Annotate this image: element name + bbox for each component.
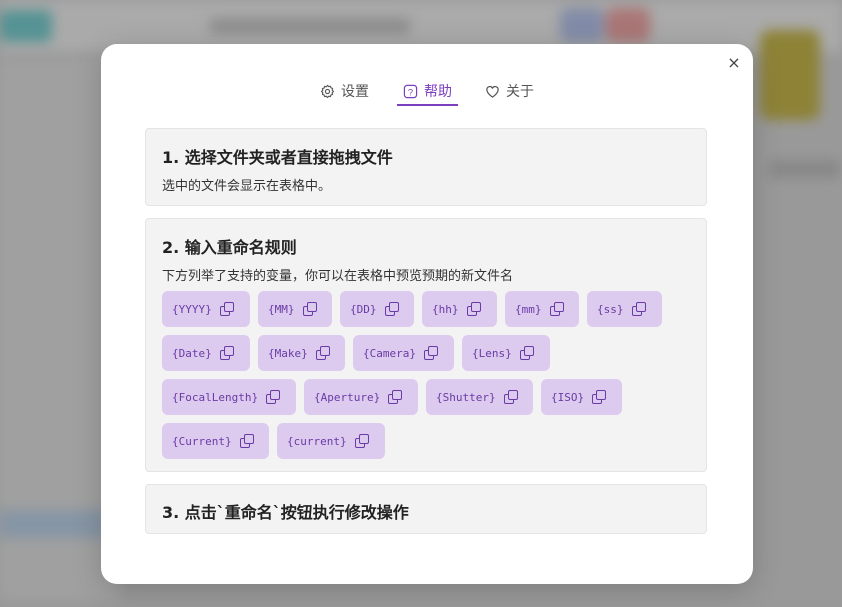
help-icon: ? (403, 84, 418, 98)
close-button[interactable]: × (725, 54, 743, 72)
section-description: 下方列举了支持的变量，你可以在表格中预览预期的新文件名 (162, 269, 514, 284)
variable-chip[interactable]: {ss} (587, 291, 662, 327)
copy-icon[interactable] (315, 346, 330, 360)
variable-chip[interactable]: {DD} (340, 291, 414, 327)
copy-icon[interactable] (503, 390, 518, 404)
tab-about-label: 关于 (506, 84, 534, 100)
variable-chip[interactable]: {current} (277, 423, 385, 459)
copy-icon[interactable] (302, 302, 317, 316)
copy-icon[interactable] (239, 434, 254, 448)
copy-icon[interactable] (266, 390, 281, 404)
section-title: 2. 输入重命名规则 (162, 238, 297, 257)
heart-icon (486, 85, 499, 98)
copy-icon[interactable] (549, 302, 564, 316)
tab-bar: 设置 ? 帮助 关于 (101, 77, 753, 106)
copy-icon[interactable] (354, 434, 369, 448)
variable-chip[interactable]: {hh} (422, 291, 497, 327)
help-section-1: 1. 选择文件夹或者直接拖拽文件 选中的文件会显示在表格中。 (145, 128, 707, 206)
variable-chip[interactable]: {MM} (258, 291, 332, 327)
variable-chip[interactable]: {Date} (162, 335, 250, 371)
section-description: 选中的文件会显示在表格中。 (162, 179, 332, 194)
tab-help[interactable]: ? 帮助 (397, 77, 458, 106)
copy-icon[interactable] (219, 346, 234, 360)
variable-chip[interactable]: {Make} (258, 335, 345, 371)
variable-chip[interactable]: {YYYY} (162, 291, 250, 327)
variable-chip[interactable]: {Lens} (462, 335, 550, 371)
copy-icon[interactable] (388, 390, 403, 404)
help-section-2: 2. 输入重命名规则 下方列举了支持的变量，你可以在表格中预览预期的新文件名 {… (145, 218, 707, 472)
section-title: 3. 点击`重命名`按钮执行修改操作 (162, 503, 409, 522)
variable-chip[interactable]: {Aperture} (304, 379, 418, 415)
copy-icon[interactable] (219, 302, 234, 316)
variable-chip[interactable]: {Camera} (353, 335, 454, 371)
help-section-3: 3. 点击`重命名`按钮执行修改操作 (145, 484, 707, 534)
variable-chip[interactable]: {FocalLength} (162, 379, 296, 415)
copy-icon[interactable] (631, 302, 646, 316)
copy-icon[interactable] (592, 390, 607, 404)
variable-chip[interactable]: {Shutter} (426, 379, 533, 415)
variable-chip[interactable]: {ISO} (541, 379, 622, 415)
tab-about[interactable]: 关于 (485, 77, 534, 105)
tab-help-label: 帮助 (424, 84, 452, 100)
help-dialog: × 设置 ? 帮助 关于 1. 选择文件夹或者直接拖拽文件 选中的文件会显示在表… (101, 44, 753, 584)
tab-settings[interactable]: 设置 (320, 77, 369, 105)
copy-icon[interactable] (384, 302, 399, 316)
gear-icon (320, 84, 335, 98)
tab-settings-label: 设置 (341, 84, 369, 100)
variable-chip[interactable]: {Current} (162, 423, 269, 459)
copy-icon[interactable] (519, 346, 534, 360)
section-title: 1. 选择文件夹或者直接拖拽文件 (162, 148, 393, 167)
svg-text:?: ? (408, 87, 413, 97)
copy-icon[interactable] (466, 302, 481, 316)
copy-icon[interactable] (423, 346, 438, 360)
variable-chip[interactable]: {mm} (505, 291, 579, 327)
